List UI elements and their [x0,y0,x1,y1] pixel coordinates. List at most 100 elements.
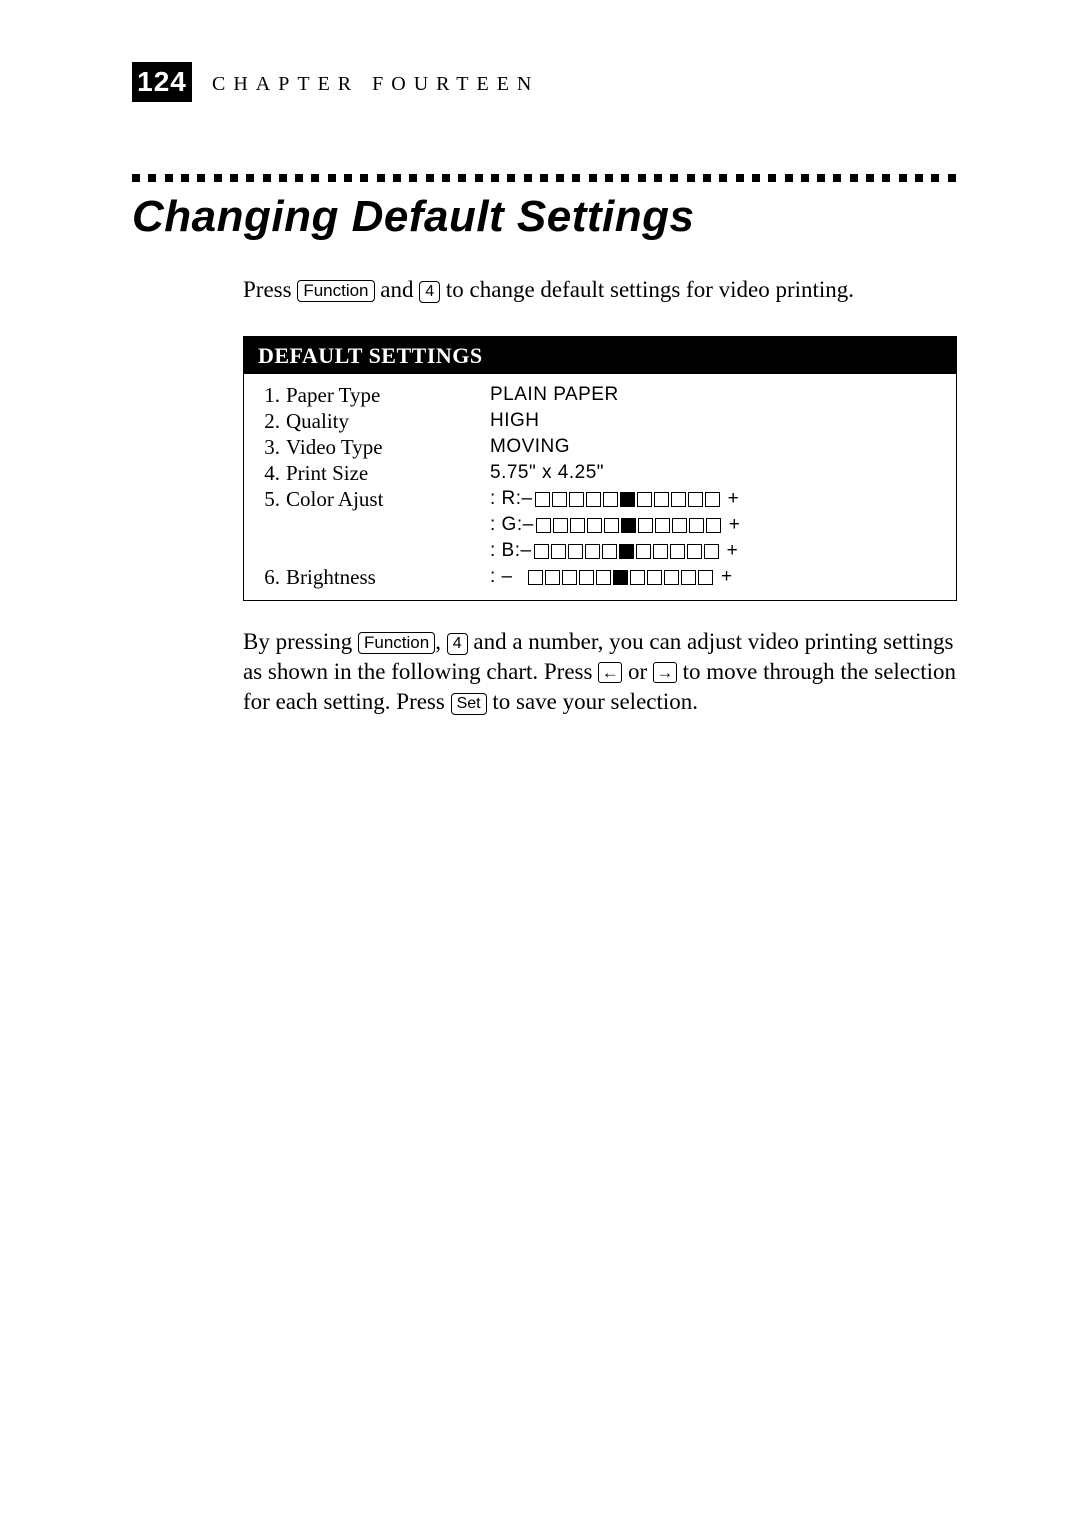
slider-cell [681,570,696,585]
intro-text-rest: to change default settings for video pri… [440,277,854,302]
settings-row: 3.Video TypeMOVING [256,434,946,460]
slider-cell [604,518,619,533]
slider-cell [636,544,651,559]
slider-cell [654,492,669,507]
settings-row-name: Print Size [286,460,490,486]
slider-cell [553,518,568,533]
settings-row-name: Brightness [286,564,490,590]
slider-cell [655,518,670,533]
slider-label: : B:– [490,538,532,564]
slider-cell [704,544,719,559]
intro-text-press: Press [243,277,297,302]
slider-cell [579,570,594,585]
slider-cell-filled [621,518,636,533]
slider-cell [706,518,721,533]
settings-row: 6.Brightness: – + [256,564,946,590]
set-key: Set [451,693,487,715]
slider-cell [638,518,653,533]
default-settings-header: DEFAULT SETTINGS [244,337,956,374]
function-key-2: Function [358,632,435,654]
slider-cell [536,518,551,533]
slider [528,570,713,585]
slider-cell-filled [620,492,635,507]
slider-cell [670,544,685,559]
para-text-1: By pressing [243,629,358,654]
slider-cell [587,518,602,533]
slider-cell [545,570,560,585]
slider [534,544,719,559]
slider-plus: + [729,512,741,538]
settings-row-value: PLAIN PAPER [490,382,946,408]
slider-cell [562,570,577,585]
slider-cell [698,570,713,585]
slider-cell [602,544,617,559]
slider-cell [528,570,543,585]
settings-row-slider-value: : R:– + [490,486,946,512]
slider-cell [585,544,600,559]
default-settings-box: DEFAULT SETTINGS 1.Paper TypePLAIN PAPER… [243,336,957,601]
settings-row-name: Paper Type [286,382,490,408]
settings-row-name: Video Type [286,434,490,460]
settings-row-slider-value: : G:– + [490,512,946,538]
slider-cell [534,544,549,559]
slider-cell [570,518,585,533]
slider-cell [671,492,686,507]
para-text-2: , [435,629,447,654]
slider [536,518,721,533]
settings-row-num: 2. [256,408,286,434]
slider-plus: + [728,486,740,512]
settings-subrow: : G:– + [256,512,946,538]
slider-cell [552,492,567,507]
slider-plus: + [727,538,739,564]
slider-cell-filled [619,544,634,559]
slider-cell [687,544,702,559]
settings-row: 4.Print Size5.75" x 4.25" [256,460,946,486]
section-heading: Changing Default Settings [132,192,695,242]
slider-label: : – [490,564,526,590]
para-text-6: to save your selection. [487,689,698,714]
slider-cell [603,492,618,507]
slider-cell [586,492,601,507]
settings-row-name: Color Ajust [286,486,490,512]
settings-row-value: MOVING [490,434,946,460]
settings-row-slider-value: : – + [490,564,946,590]
page-number: 124 [132,62,192,102]
intro-paragraph: Press Function and 4 to change default s… [243,276,854,304]
page: 124 CHAPTER FOURTEEN Changing Default Se… [0,0,1080,1519]
slider-cell [688,492,703,507]
default-settings-body: 1.Paper TypePLAIN PAPER2.QualityHIGH3.Vi… [244,374,956,600]
dotted-divider [132,174,956,186]
slider-cell [705,492,720,507]
slider-label: : G:– [490,512,534,538]
slider-cell [689,518,704,533]
slider-cell [568,544,583,559]
instruction-paragraph: By pressing Function, 4 and a number, yo… [243,627,957,717]
slider-cell [653,544,668,559]
settings-row: 1.Paper TypePLAIN PAPER [256,382,946,408]
slider-cell [647,570,662,585]
four-key-2: 4 [447,633,468,655]
settings-subrow: : B:– + [256,538,946,564]
settings-row-value: 5.75" x 4.25" [490,460,946,486]
settings-row-num: 4. [256,460,286,486]
slider [535,492,720,507]
chapter-label: CHAPTER FOURTEEN [212,62,539,102]
settings-row-name: Quality [286,408,490,434]
settings-row: 2.QualityHIGH [256,408,946,434]
settings-row: 5.Color Ajust: R:– + [256,486,946,512]
intro-text-and: and [375,277,420,302]
settings-row-num: 6. [256,564,286,590]
right-arrow-key: → [653,662,677,683]
settings-row-slider-value: : B:– + [490,538,946,564]
slider-cell [664,570,679,585]
slider-cell [672,518,687,533]
slider-cell [551,544,566,559]
four-key: 4 [419,281,440,303]
slider-cell [596,570,611,585]
function-key: Function [297,280,374,302]
settings-row-num: 3. [256,434,286,460]
slider-label: : R:– [490,486,533,512]
left-arrow-key: ← [598,662,622,683]
slider-plus: + [721,564,733,590]
settings-row-num: 5. [256,486,286,512]
